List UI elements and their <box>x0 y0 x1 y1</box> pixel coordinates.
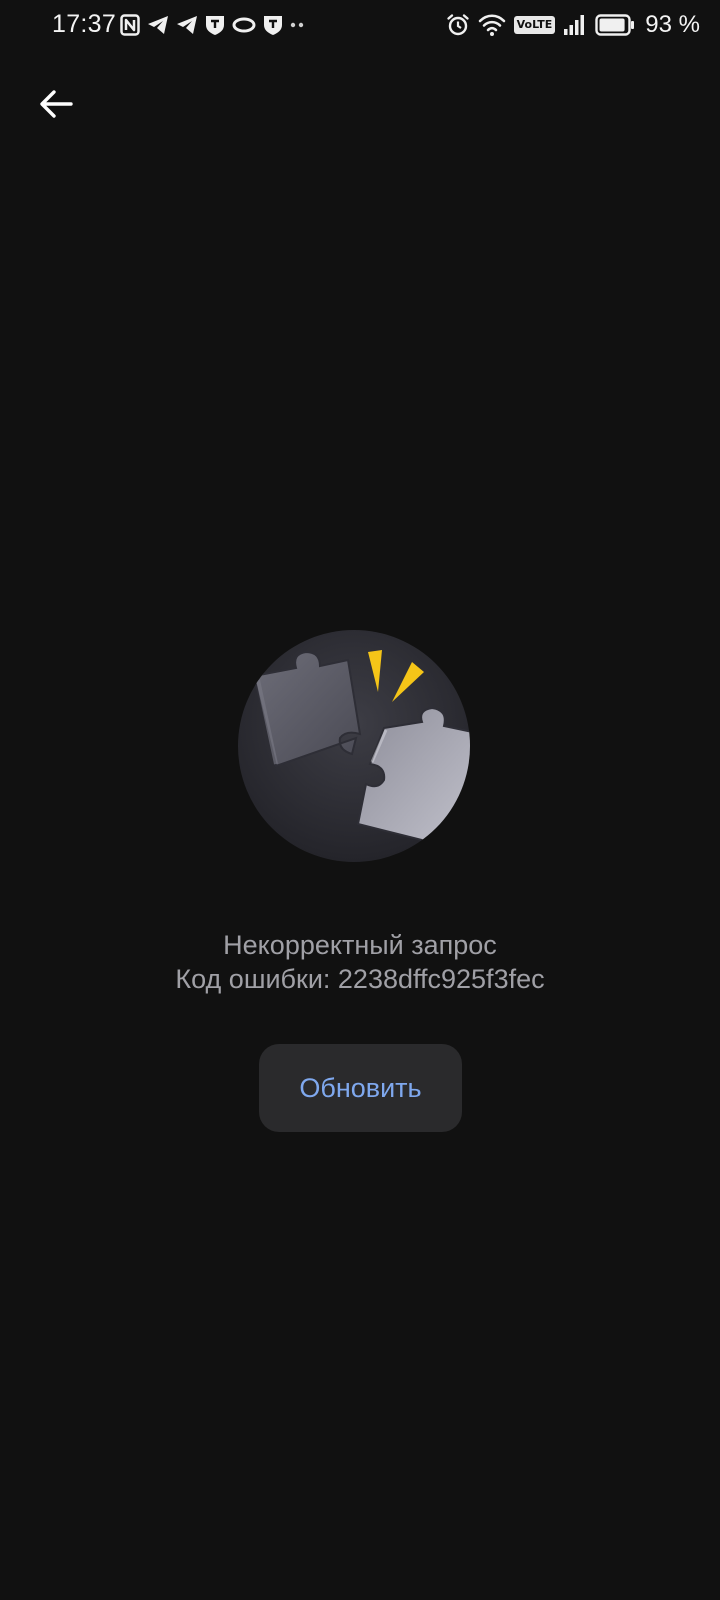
status-time: 17:37 <box>52 10 117 38</box>
telegram-icon <box>177 16 197 34</box>
battery-icon <box>595 14 635 36</box>
ring-icon <box>232 17 256 33</box>
tinkoff-icon <box>206 16 224 35</box>
telegram-icon <box>148 16 168 34</box>
status-bar: 17:37 VoLTE 93 % <box>0 0 720 50</box>
nfc-icon <box>120 14 140 36</box>
broken-puzzle-illustration <box>236 626 486 876</box>
volte-badge: VoLTE <box>513 16 556 34</box>
refresh-button[interactable]: Обновить <box>259 1044 462 1132</box>
error-title: Некорректный запрос <box>223 930 497 960</box>
error-code: Код ошибки: 2238dffc925f3fec <box>175 964 545 994</box>
notification-icons <box>120 12 304 38</box>
battery-percent: 93 % <box>645 11 700 38</box>
arrow-left-icon <box>40 90 73 118</box>
more-dots-icon <box>290 22 304 28</box>
alarm-icon <box>446 14 469 36</box>
puzzle-pieces-icon <box>238 630 470 862</box>
wifi-icon <box>478 14 505 36</box>
error-message: Некорректный запрос Код ошибки: 2238dffc… <box>0 928 720 996</box>
back-button[interactable] <box>28 76 84 132</box>
tinkoff-icon <box>264 16 282 35</box>
signal-icon <box>564 15 585 35</box>
system-icons: VoLTE 93 % <box>446 10 700 40</box>
